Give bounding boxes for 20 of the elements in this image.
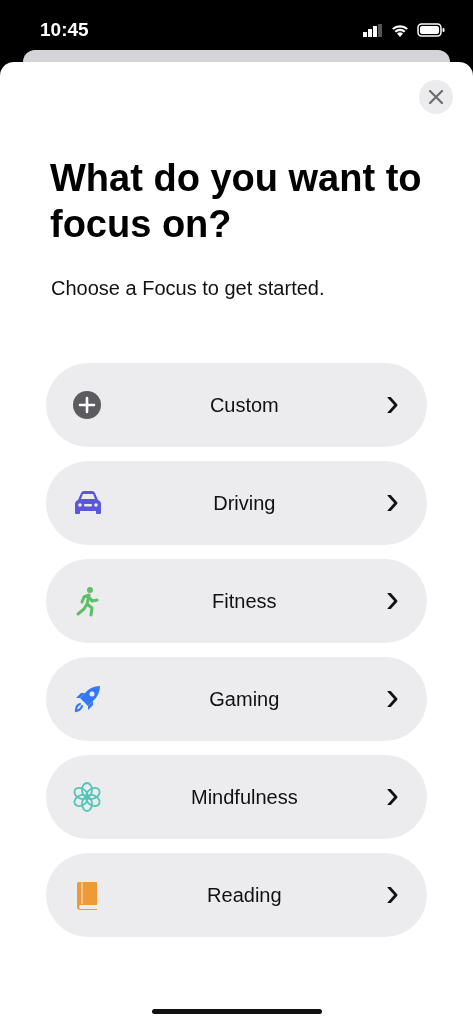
battery-icon bbox=[417, 23, 445, 37]
close-icon bbox=[429, 90, 443, 104]
chevron-icon: › bbox=[385, 676, 399, 717]
chevron-icon: › bbox=[385, 578, 399, 619]
status-time: 10:45 bbox=[40, 17, 89, 42]
focus-option[interactable]: Fitness › bbox=[46, 559, 427, 644]
title: What do you want to focus on? bbox=[50, 156, 423, 247]
focus-option[interactable]: Mindfulness › bbox=[46, 755, 427, 840]
focus-option[interactable]: Gaming › bbox=[46, 657, 427, 742]
focus-option[interactable]: Driving › bbox=[46, 461, 427, 546]
chevron-icon: › bbox=[385, 774, 399, 815]
focus-option[interactable]: Custom › bbox=[46, 363, 427, 448]
subtitle: Choose a Focus to get started. bbox=[51, 276, 326, 302]
chevron-icon: › bbox=[385, 382, 399, 423]
signal-icon bbox=[363, 23, 383, 37]
chevron-icon: › bbox=[385, 480, 399, 521]
chevron-icon: › bbox=[385, 872, 399, 913]
wifi-icon bbox=[391, 23, 409, 37]
focus-option[interactable]: Reading › bbox=[46, 853, 427, 938]
close-button[interactable] bbox=[419, 80, 453, 114]
